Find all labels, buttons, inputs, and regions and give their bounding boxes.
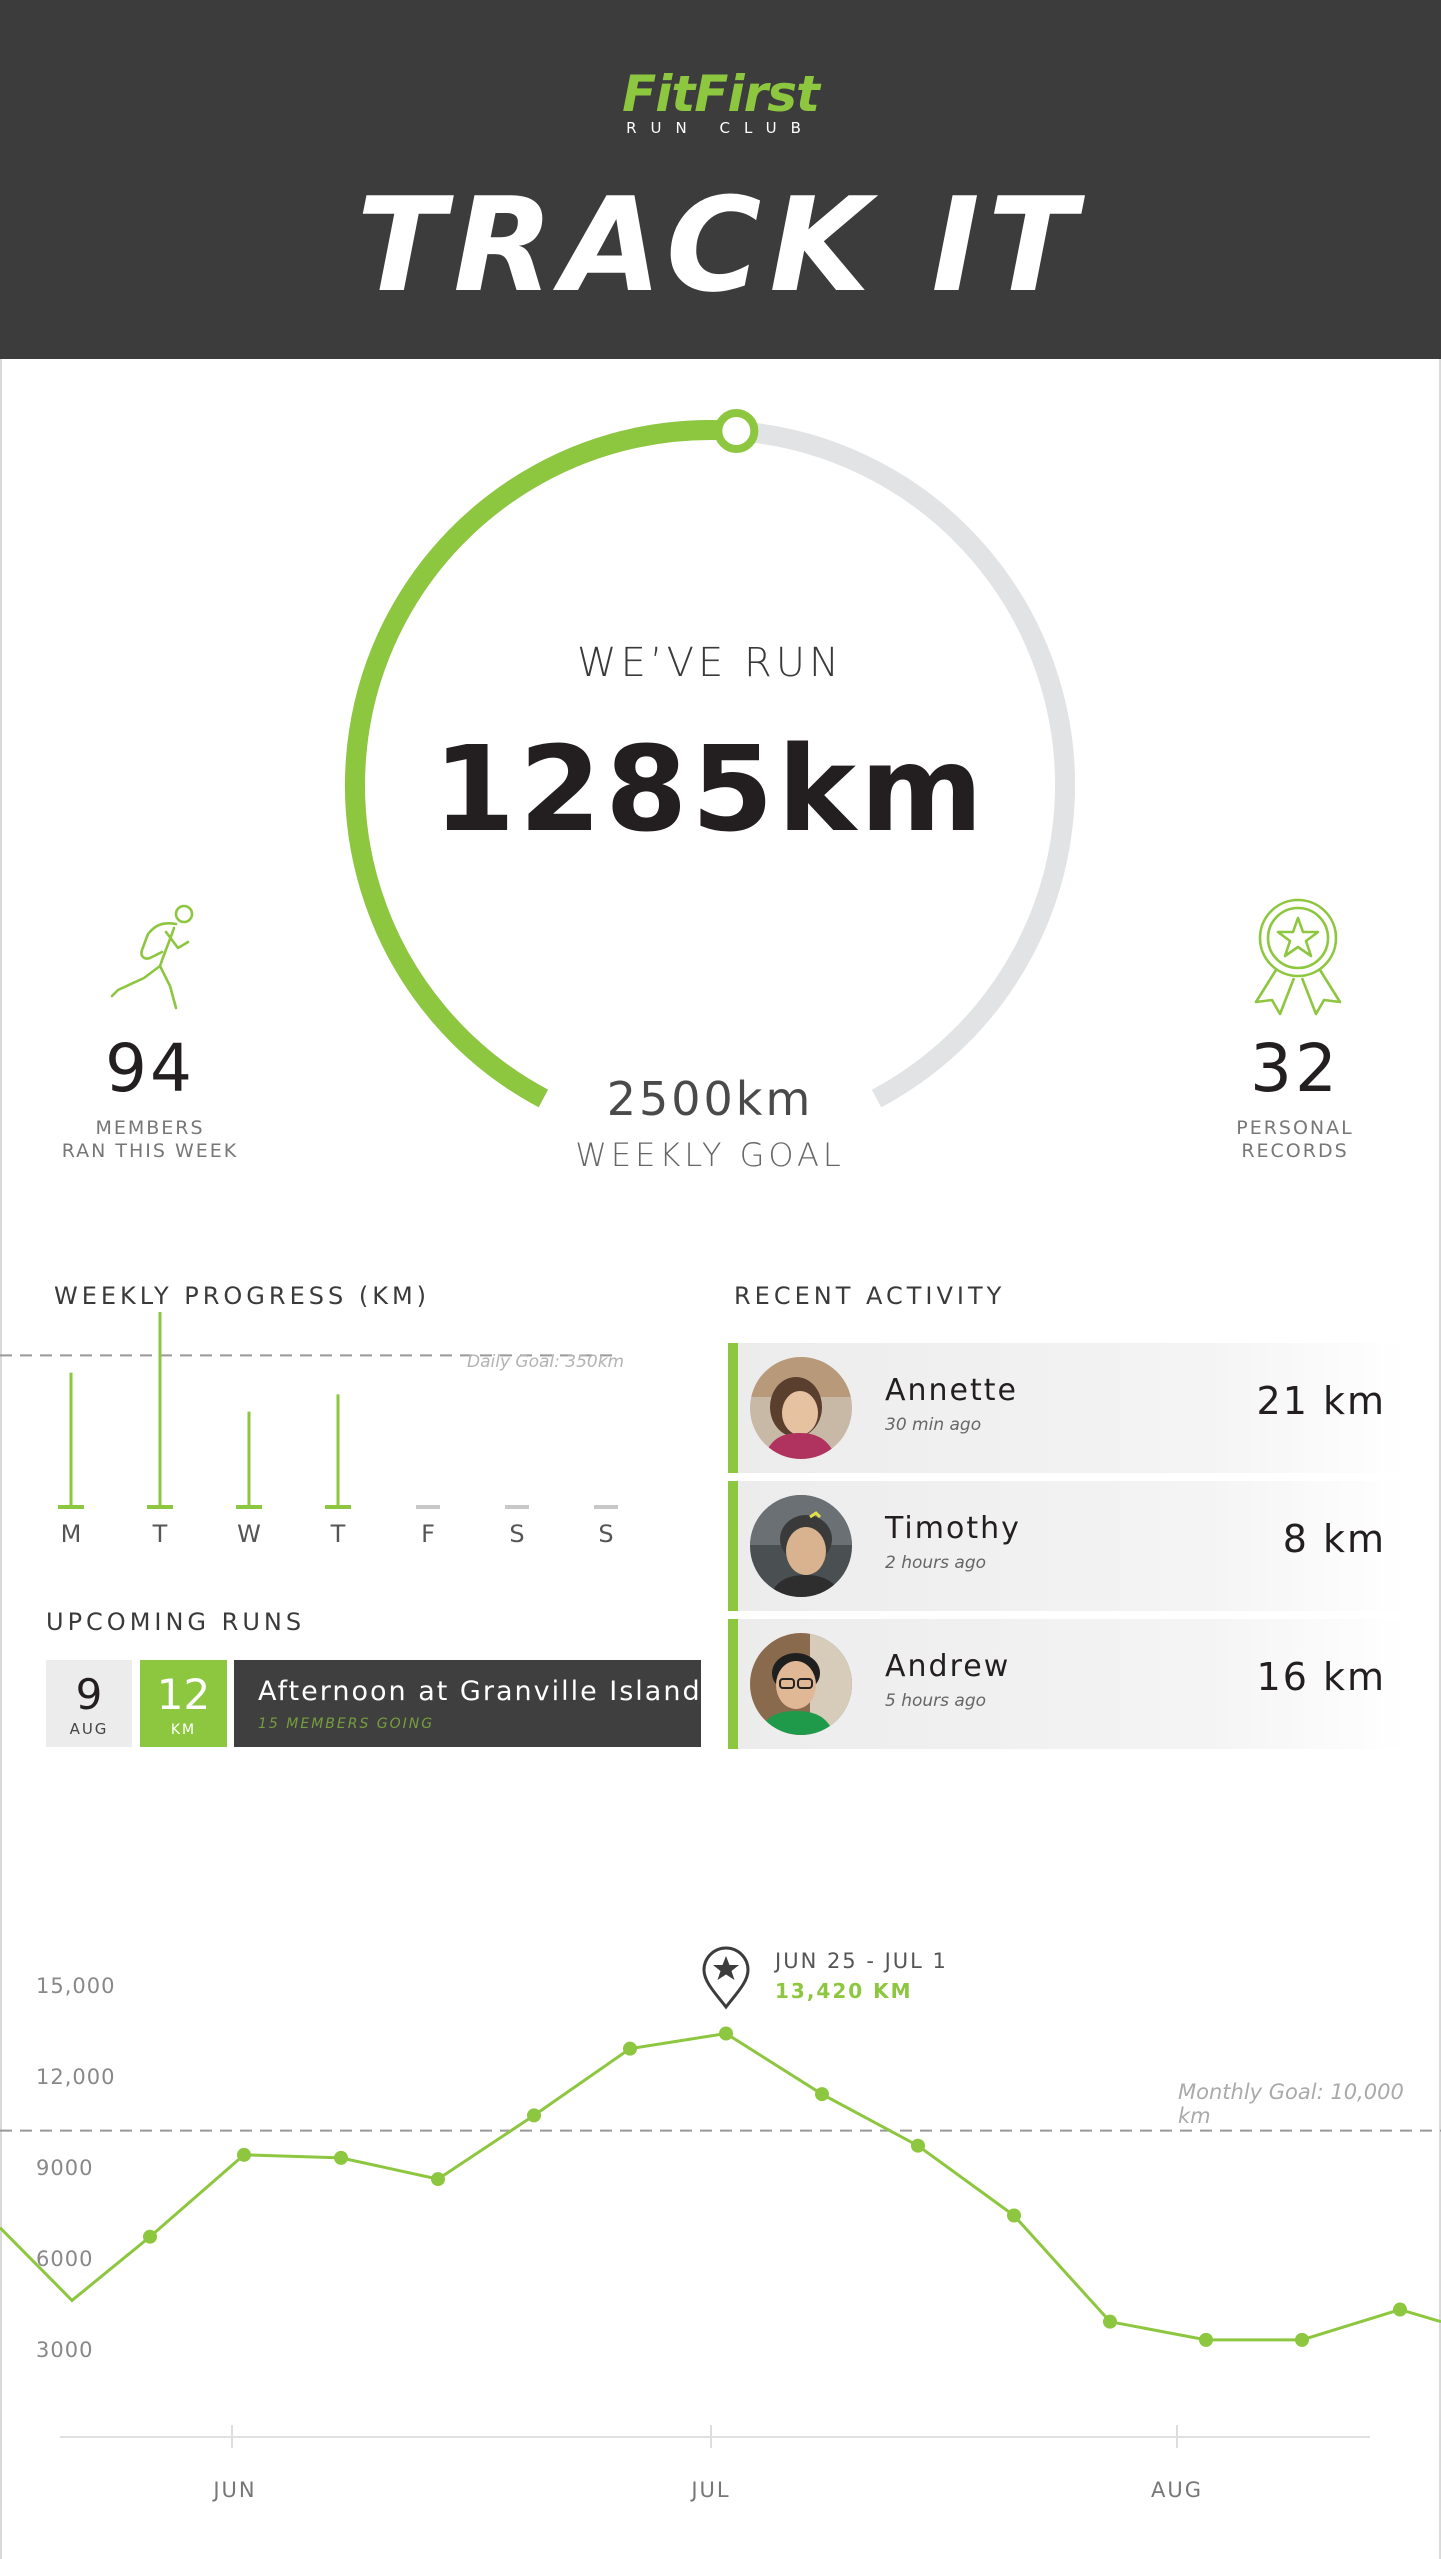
data-point[interactable] [334,2150,348,2165]
recent-activity-title: RECENT ACTIVITY [734,1282,1006,1310]
run-date-day: 9 [75,1670,103,1719]
activity-item[interactable]: Timothy 2 hours ago 8 km [728,1481,1408,1611]
run-date-badge[interactable]: 9 AUG [46,1660,132,1747]
run-name: Afternoon at Granville Island [258,1676,702,1707]
weekday-label: M [60,1520,82,1548]
data-point[interactable] [1295,2332,1309,2347]
y-axis-label: 9000 [36,2156,94,2180]
activity-member-name: Annette [885,1373,1018,1408]
records-label: PERSONAL RECORDS [1165,1117,1425,1163]
records-label-line2: RECORDS [1241,1140,1349,1162]
activity-distance: 8 km [1282,1517,1386,1561]
members-count: 94 [105,1030,195,1107]
brand-logo[interactable]: FitFirst [0,64,1441,124]
activity-time: 5 hours ago [885,1691,987,1711]
x-axis-label: JUL [691,2478,731,2502]
data-point[interactable] [1103,2314,1117,2329]
data-point[interactable] [143,2229,157,2244]
runner-icon [110,904,194,1010]
x-axis-label: AUG [1150,2478,1203,2502]
upcoming-runs-title: UPCOMING RUNS [46,1608,306,1636]
progress-ring-handle [714,408,759,453]
weekday-label: S [509,1520,525,1548]
records-count: 32 [1250,1030,1340,1107]
weekday-label: S [598,1520,614,1548]
avatar[interactable] [750,1633,852,1735]
activity-time: 30 min ago [885,1415,982,1435]
activity-distance: 16 km [1256,1655,1386,1699]
goal-label: WEEKLY GOAL [575,1136,845,1174]
run-distance-badge[interactable]: 12 KM [140,1660,227,1747]
y-axis-label: 6000 [36,2247,94,2271]
y-axis-label: 12,000 [36,2065,116,2089]
progress-label: WE’VE RUN [577,640,843,686]
activity-distance: 21 km [1256,1379,1386,1423]
members-label-line2: RAN THIS WEEK [61,1140,239,1162]
goal-value: 2500km [606,1072,814,1126]
run-date-month: AUG [69,1720,109,1738]
progress-total: 1285km [433,720,987,858]
activity-accent-bar [728,1343,738,1473]
y-axis-label: 3000 [36,2338,94,2362]
data-point[interactable] [1393,2302,1407,2317]
page-title: TRACK IT [356,169,1085,321]
data-point[interactable] [1199,2332,1213,2347]
weekday-label: F [421,1520,435,1548]
daily-goal-label: Daily Goal: 350km [467,1352,625,1372]
activity-item[interactable]: Annette 30 min ago 21 km [728,1343,1408,1473]
run-details-card[interactable]: Afternoon at Granville Island 15 MEMBERS… [234,1660,701,1747]
weekday-label: T [330,1520,346,1548]
run-distance-unit: KM [170,1722,197,1738]
highlight-date: JUN 25 - JUL 1 [775,1949,948,1973]
activity-time: 2 hours ago [885,1553,987,1573]
y-axis-label: 15,000 [36,1974,116,1998]
weekly-progress-title: WEEKLY PROGRESS (KM) [54,1282,431,1310]
run-members-going: 15 MEMBERS GOING [258,1716,435,1732]
activity-accent-bar [728,1619,738,1749]
members-label-line1: MEMBERS [95,1117,205,1139]
weekday-label: W [237,1520,261,1548]
data-point[interactable] [1007,2208,1021,2223]
brand-tagline: RUN CLUB [626,119,815,137]
map-pin-star-icon[interactable] [700,1944,752,2010]
activity-item[interactable]: Andrew 5 hours ago 16 km [728,1619,1408,1749]
monthly-goal-label: Monthly Goal: 10,000 km [1178,2080,1404,2128]
data-point[interactable] [623,2041,637,2056]
activity-member-name: Timothy [885,1511,1021,1546]
avatar[interactable] [750,1357,852,1459]
highlight-value: 13,420 KM [775,1979,913,2003]
weekly-bar-chart [0,1312,618,1509]
x-axis-label: JUN [213,2478,257,2502]
members-label: MEMBERS RAN THIS WEEK [20,1117,280,1163]
data-point[interactable] [719,2026,733,2041]
records-label-line1: PERSONAL [1236,1117,1354,1139]
data-point[interactable] [237,2147,251,2162]
data-point[interactable] [815,2087,829,2102]
activity-accent-bar [728,1481,738,1611]
avatar[interactable] [750,1495,852,1597]
weekday-label: T [152,1520,168,1548]
run-distance-value: 12 [156,1670,211,1719]
activity-member-name: Andrew [885,1649,1011,1684]
data-point[interactable] [431,2172,445,2187]
data-point[interactable] [911,2138,925,2153]
award-ribbon-icon [1254,898,1342,1016]
data-point[interactable] [527,2108,541,2123]
